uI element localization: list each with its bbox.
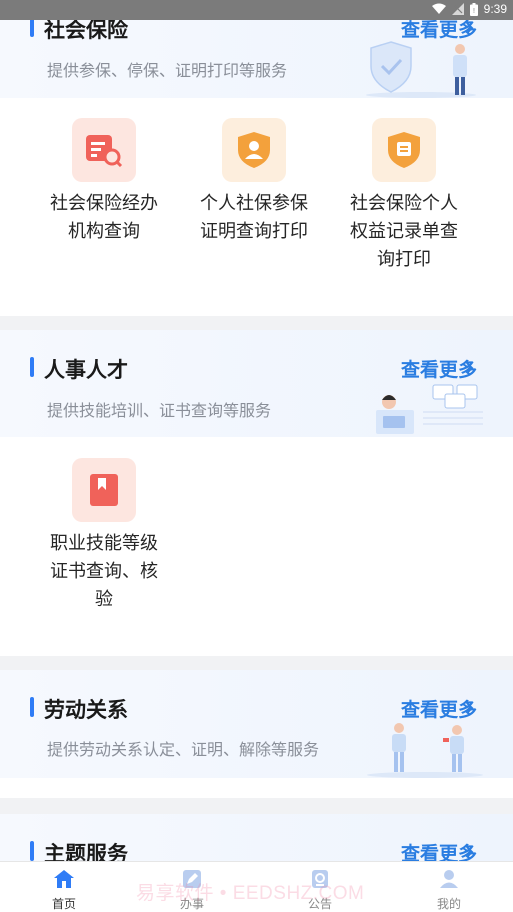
section-labor-relations: 劳动关系 查看更多 提供劳动关系认定、证明、解除等服务 <box>0 670 513 798</box>
section-header: 劳动关系 查看更多 提供劳动关系认定、证明、解除等服务 <box>0 670 513 778</box>
workers-illustration-icon <box>367 723 483 778</box>
tab-label: 首页 <box>51 897 76 911</box>
status-bar: ! 9:39 <box>0 0 513 20</box>
tab-mine[interactable]: 我的 <box>409 869 489 912</box>
service-item-label: 职业技能等级 证书查询、核 验 <box>50 533 158 610</box>
shield-person-icon <box>222 118 286 182</box>
shield-document-icon <box>372 118 436 182</box>
shield-illustration-icon <box>366 41 476 98</box>
user-icon <box>440 870 458 888</box>
chevron-right-icon[interactable] <box>464 846 476 858</box>
chevron-right-icon[interactable] <box>464 702 476 714</box>
watermark-text: 易享软件 • EEDSHZ.COM <box>136 883 365 904</box>
home-icon <box>54 870 74 888</box>
section-header: 人事人才 查看更多 提供技能培训、证书查询等服务 <box>0 330 513 437</box>
signal-icon <box>451 3 464 15</box>
service-item-skill-certificate[interactable]: 职业技能等级 证书查询、核 验 <box>34 458 174 614</box>
section-subtitle: 提供劳动关系认定、证明、解除等服务 <box>47 740 320 759</box>
wifi-icon <box>431 3 446 14</box>
chevron-right-icon[interactable] <box>464 362 476 374</box>
office-illustration-icon <box>376 384 483 434</box>
service-item-label: 个人社保参保 证明查询打印 <box>200 193 308 242</box>
service-item-agency-query[interactable]: 社会保险经办 机构查询 <box>34 118 174 246</box>
home-page: ! 9:39 社会保险 查看更多 提供参保、停保、证明打印等服务 社会保险经办 … <box>0 0 513 912</box>
battery-icon: ! <box>469 2 478 16</box>
status-time: 9:39 <box>483 2 507 16</box>
tab-home[interactable]: 首页 <box>24 869 104 912</box>
service-item-label: 社会保险经办 机构查询 <box>50 193 158 242</box>
service-item-rights-record[interactable]: 社会保险个人 权益记录单查 询打印 <box>334 118 474 274</box>
svg-text:!: ! <box>473 8 475 15</box>
tab-label: 我的 <box>436 897 461 911</box>
section-social-insurance: 社会保险 查看更多 提供参保、停保、证明打印等服务 社会保险经办 机构查询 个人… <box>0 0 513 316</box>
section-title: 劳动关系 <box>30 694 128 724</box>
section-subtitle: 提供参保、停保、证明打印等服务 <box>47 61 288 80</box>
section-subtitle: 提供技能培训、证书查询等服务 <box>47 401 272 420</box>
bookmark-book-icon <box>72 458 136 522</box>
service-item-label: 社会保险个人 权益记录单查 询打印 <box>350 193 458 270</box>
section-title: 人事人才 <box>30 354 128 384</box>
service-item-insured-certificate[interactable]: 个人社保参保 证明查询打印 <box>184 118 324 246</box>
document-search-icon <box>72 118 136 182</box>
chevron-right-icon[interactable] <box>464 22 476 34</box>
section-personnel-talent: 人事人才 查看更多 提供技能培训、证书查询等服务 职业技能等级 证书查询、核 验 <box>0 330 513 656</box>
